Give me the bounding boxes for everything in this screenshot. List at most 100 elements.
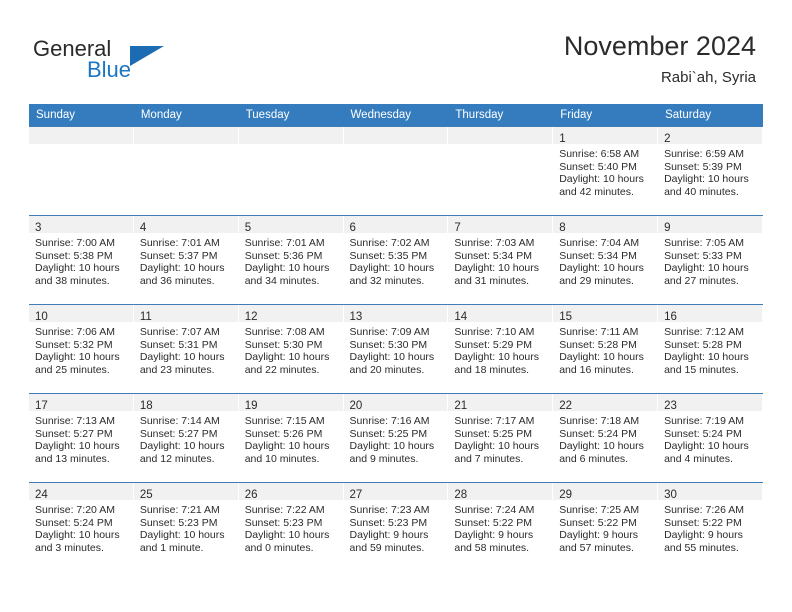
day-cell[interactable]: 9 Sunrise: 7:05 AM Sunset: 5:33 PM Daylight… — [658, 215, 763, 305]
day-detail-line: Daylight: 10 hours — [559, 262, 644, 275]
day-cell[interactable]: 7 Sunrise: 7:03 AM Sunset: 5:34 PM Daylight… — [448, 215, 554, 305]
day-detail-line: Daylight: 10 hours — [244, 351, 330, 364]
day-cell[interactable]: 8 Sunrise: 7:04 AM Sunset: 5:34 PM Daylight… — [553, 215, 659, 305]
day-detail-line: Daylight: 10 hours — [454, 262, 540, 275]
day-detail-line: Sunrise: 7:09 AM — [349, 326, 430, 338]
day-detail-line: Daylight: 10 hours — [139, 262, 225, 275]
day-detail-line: Daylight: 9 hours — [559, 529, 639, 542]
day-detail-line: Daylight: 10 hours — [454, 351, 540, 364]
day-details — [239, 144, 344, 148]
day-number: 8 — [559, 222, 566, 234]
day-cell[interactable]: 17 Sunrise: 7:13 AM Sunset: 5:27 PM Dayligh… — [29, 393, 134, 483]
day-details: Sunrise: 7:08 AM Sunset: 5:30 PM Daylight:… — [239, 322, 344, 376]
page-header: General Blue November 2024 Rabi`ah, Syri… — [0, 0, 792, 104]
day-number-band — [238, 127, 343, 144]
day-number-band — [29, 127, 133, 144]
day-details: Sunrise: 7:18 AM Sunset: 5:24 PM Daylight:… — [553, 411, 658, 465]
day-detail-line: Sunset: 5:24 PM — [35, 516, 113, 529]
day-number: 20 — [349, 400, 363, 412]
day-cell[interactable]: 27 Sunrise: 7:23 AM Sunset: 5:23 PM Dayligh… — [343, 482, 449, 571]
day-detail-line: Sunrise: 7:16 AM — [349, 415, 430, 427]
day-details: Sunrise: 7:06 AM Sunset: 5:32 PM Daylight:… — [29, 322, 134, 376]
day-number: 2 — [664, 133, 671, 145]
day-cell[interactable]: 18 Sunrise: 7:14 AM Sunset: 5:27 PM Dayligh… — [133, 393, 239, 483]
day-details: Sunrise: 7:26 AM Sunset: 5:22 PM Daylight:… — [658, 500, 763, 554]
day-cell[interactable]: 13 Sunrise: 7:09 AM Sunset: 5:30 PM Dayligh… — [343, 304, 449, 394]
day-details: Sunrise: 7:02 AM Sunset: 5:35 PM Daylight:… — [344, 233, 449, 287]
day-number-band: 28 — [448, 483, 553, 501]
day-number-band: 13 — [343, 305, 448, 323]
day-cell[interactable]: 1 Sunrise: 6:58 AM Sunset: 5:40 PM Daylight… — [553, 126, 659, 216]
day-cell[interactable]: 26 Sunrise: 7:22 AM Sunset: 5:23 PM Dayligh… — [238, 482, 344, 571]
day-cell[interactable]: 14 Sunrise: 7:10 AM Sunset: 5:29 PM Dayligh… — [448, 304, 554, 394]
day-number: 25 — [139, 489, 153, 501]
day-cell[interactable]: 6 Sunrise: 7:02 AM Sunset: 5:35 PM Daylight… — [343, 215, 449, 305]
day-number: 3 — [35, 222, 42, 234]
day-number-band: 9 — [658, 216, 762, 234]
day-details — [29, 144, 134, 148]
day-number: 15 — [559, 311, 573, 323]
day-detail-line: Sunset: 5:29 PM — [454, 338, 533, 351]
day-detail-line: and 32 minutes. — [349, 274, 425, 287]
day-detail-line: and 15 minutes. — [664, 363, 739, 376]
day-details: Sunrise: 7:17 AM Sunset: 5:25 PM Daylight:… — [448, 411, 553, 465]
day-details: Sunrise: 7:05 AM Sunset: 5:33 PM Daylight:… — [658, 233, 763, 287]
day-cell[interactable]: 22 Sunrise: 7:18 AM Sunset: 5:24 PM Dayligh… — [553, 393, 659, 483]
day-detail-line: and 27 minutes. — [664, 274, 739, 287]
day-number-band: 26 — [238, 483, 343, 501]
day-number-band: 27 — [343, 483, 448, 501]
day-number-band: 14 — [448, 305, 553, 323]
day-cell[interactable]: 3 Sunrise: 7:00 AM Sunset: 5:38 PM Daylight… — [29, 215, 134, 305]
day-cell[interactable]: 19 Sunrise: 7:15 AM Sunset: 5:26 PM Dayligh… — [238, 393, 344, 483]
day-cell[interactable]: 11 Sunrise: 7:07 AM Sunset: 5:31 PM Dayligh… — [133, 304, 239, 394]
day-detail-line: and 23 minutes. — [139, 363, 215, 376]
day-cell[interactable]: 29 Sunrise: 7:25 AM Sunset: 5:22 PM Dayligh… — [553, 482, 659, 571]
day-details: Sunrise: 7:09 AM Sunset: 5:30 PM Daylight:… — [344, 322, 449, 376]
day-detail-line: Daylight: 10 hours — [244, 529, 330, 542]
day-cell[interactable]: 10 Sunrise: 7:06 AM Sunset: 5:32 PM Dayligh… — [29, 304, 134, 394]
day-detail-line: Sunset: 5:27 PM — [35, 427, 113, 440]
day-detail-line: Sunrise: 7:23 AM — [349, 504, 430, 516]
day-details: Sunrise: 7:14 AM Sunset: 5:27 PM Daylight:… — [134, 411, 239, 465]
day-details: Sunrise: 7:03 AM Sunset: 5:34 PM Daylight:… — [448, 233, 553, 287]
day-cell[interactable]: 23 Sunrise: 7:19 AM Sunset: 5:24 PM Dayligh… — [658, 393, 763, 483]
day-cell[interactable]: 12 Sunrise: 7:08 AM Sunset: 5:30 PM Dayligh… — [238, 304, 344, 394]
day-number-band: 25 — [133, 483, 238, 501]
day-number: 10 — [35, 311, 48, 323]
day-detail-line: Sunrise: 6:59 AM — [664, 148, 745, 160]
day-number-band: 23 — [658, 394, 762, 412]
day-cell[interactable]: 24 Sunrise: 7:20 AM Sunset: 5:24 PM Dayligh… — [29, 482, 134, 571]
day-number-band: 10 — [29, 305, 133, 323]
day-cell[interactable]: 15 Sunrise: 7:11 AM Sunset: 5:28 PM Dayligh… — [553, 304, 659, 394]
day-cell[interactable]: 2 Sunrise: 6:59 AM Sunset: 5:39 PM Daylight… — [658, 126, 763, 216]
day-cell[interactable]: 5 Sunrise: 7:01 AM Sunset: 5:36 PM Daylight… — [238, 215, 344, 305]
day-detail-line: Sunrise: 7:03 AM — [454, 237, 535, 249]
day-detail-line: Sunset: 5:34 PM — [559, 249, 637, 262]
day-cell[interactable]: 16 Sunrise: 7:12 AM Sunset: 5:28 PM Dayligh… — [658, 304, 763, 394]
day-number: 9 — [664, 222, 671, 234]
day-cell[interactable]: 21 Sunrise: 7:17 AM Sunset: 5:25 PM Dayligh… — [448, 393, 554, 483]
day-cell[interactable]: 30 Sunrise: 7:26 AM Sunset: 5:22 PM Dayligh… — [658, 482, 763, 571]
day-number: 7 — [454, 222, 461, 234]
day-detail-line: and 9 minutes. — [349, 452, 419, 465]
day-details: Sunrise: 7:12 AM Sunset: 5:28 PM Daylight:… — [658, 322, 763, 376]
day-detail-line: Daylight: 10 hours — [244, 262, 330, 275]
weekday-header-tuesday: Tuesday — [238, 104, 344, 127]
day-detail-line: Sunrise: 7:21 AM — [139, 504, 220, 516]
day-detail-line: Sunrise: 7:25 AM — [559, 504, 640, 516]
day-cell[interactable]: 25 Sunrise: 7:21 AM Sunset: 5:23 PM Dayligh… — [133, 482, 239, 571]
day-number: 27 — [349, 489, 363, 501]
day-number: 22 — [559, 400, 573, 412]
day-detail-line: Sunset: 5:22 PM — [559, 516, 637, 529]
weekday-header-wednesday: Wednesday — [343, 104, 449, 127]
week-row: 1 Sunrise: 6:58 AM Sunset: 5:40 PM Daylight… — [29, 126, 763, 216]
general-blue-logo[interactable]: General Blue — [33, 36, 233, 88]
day-detail-line: and 38 minutes. — [35, 274, 110, 287]
day-number: 28 — [454, 489, 468, 501]
day-details: Sunrise: 7:23 AM Sunset: 5:23 PM Daylight:… — [344, 500, 449, 554]
day-detail-line: Sunrise: 7:13 AM — [35, 415, 115, 427]
day-cell[interactable]: 20 Sunrise: 7:16 AM Sunset: 5:25 PM Dayligh… — [343, 393, 449, 483]
day-cell-empty — [238, 126, 344, 216]
day-cell[interactable]: 4 Sunrise: 7:01 AM Sunset: 5:37 PM Daylight… — [133, 215, 239, 305]
day-cell[interactable]: 28 Sunrise: 7:24 AM Sunset: 5:22 PM Dayligh… — [448, 482, 554, 571]
